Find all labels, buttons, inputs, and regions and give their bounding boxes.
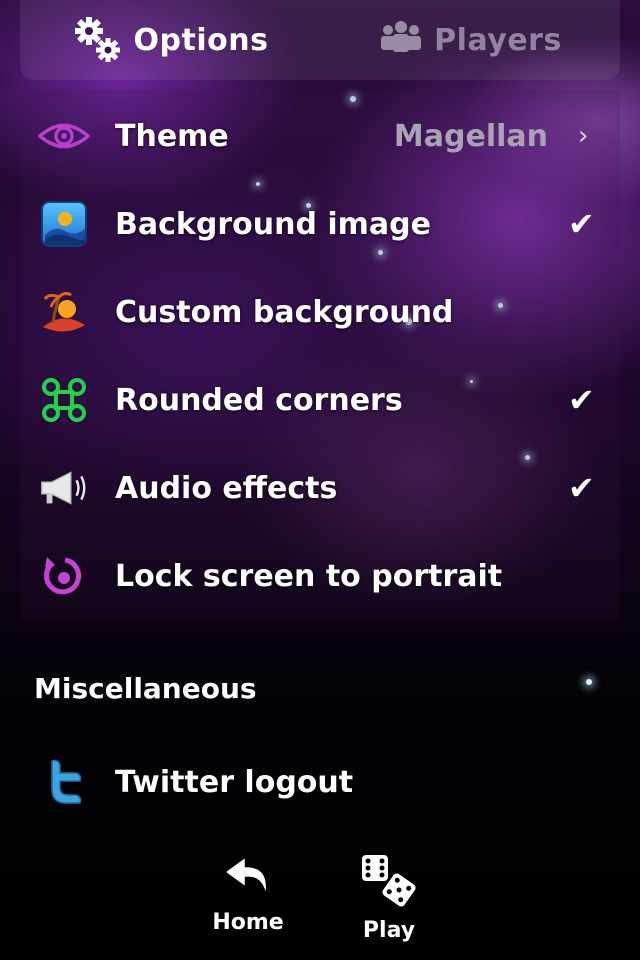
palm-island-icon — [38, 286, 90, 338]
setting-label: Rounded corners — [115, 382, 403, 418]
home-button[interactable]: Home — [198, 852, 298, 935]
setting-row-rounded-corners[interactable]: Rounded corners ✔ — [0, 356, 620, 444]
tab-options[interactable]: Options — [20, 0, 320, 80]
theme-value: Magellan — [393, 118, 548, 154]
chevron-right-icon: › — [578, 121, 589, 151]
setting-row-audio-effects[interactable]: Audio effects ✔ — [0, 444, 620, 532]
checkmark-icon: ✔ — [568, 381, 595, 419]
landscape-icon — [38, 198, 90, 250]
setting-label: Lock screen to portrait — [115, 558, 503, 594]
tab-players-label: Players — [434, 22, 562, 58]
back-arrow-icon — [220, 853, 276, 908]
gears-icon — [72, 14, 124, 66]
eye-icon — [38, 110, 90, 162]
tab-players[interactable]: Players — [320, 0, 620, 80]
megaphone-icon — [38, 462, 90, 514]
setting-label: Audio effects — [115, 470, 338, 506]
rotate-lock-icon — [38, 550, 90, 602]
dice-icon — [357, 853, 421, 916]
checkmark-icon: ✔ — [568, 205, 595, 243]
setting-row-twitter-logout[interactable]: Twitter logout — [0, 738, 620, 826]
star — [586, 679, 592, 685]
setting-label: Theme — [115, 118, 229, 154]
play-button[interactable]: Play — [339, 852, 439, 943]
setting-label: Background image — [115, 206, 431, 242]
twitter-icon — [38, 756, 90, 808]
setting-label: Custom background — [115, 294, 454, 330]
checkmark-icon: ✔ — [568, 469, 595, 507]
top-tab-bar: Options Players — [20, 0, 620, 80]
play-label: Play — [362, 918, 416, 943]
people-icon — [378, 18, 424, 62]
command-key-icon — [38, 374, 90, 426]
setting-row-custom-background[interactable]: Custom background — [0, 268, 620, 356]
tab-options-label: Options — [133, 22, 269, 58]
home-label: Home — [212, 910, 284, 935]
setting-row-theme[interactable]: Theme Magellan › — [0, 92, 620, 180]
setting-row-background-image[interactable]: Background image ✔ — [0, 180, 620, 268]
setting-row-lock-portrait[interactable]: Lock screen to portrait — [0, 532, 620, 620]
section-heading-miscellaneous: Miscellaneous — [34, 672, 257, 705]
twitter-logout-label: Twitter logout — [115, 764, 354, 800]
